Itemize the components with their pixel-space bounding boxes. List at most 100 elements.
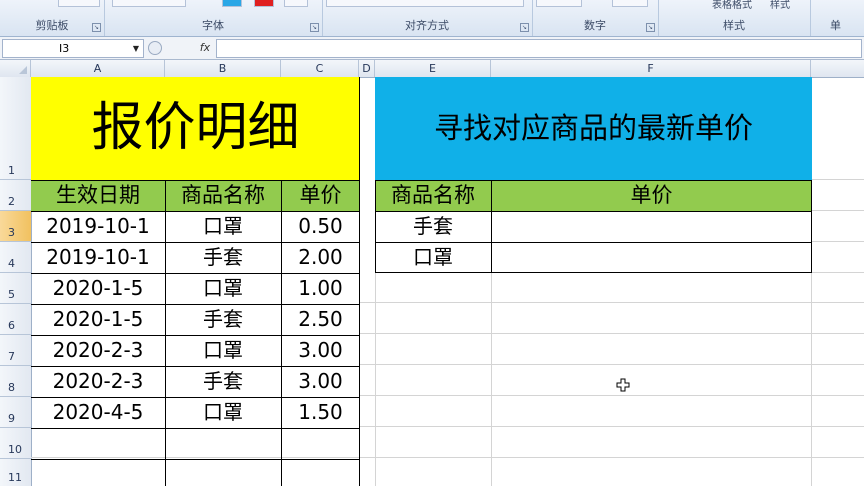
table-border	[31, 428, 360, 429]
table-border	[375, 180, 376, 273]
chevron-down-icon[interactable]: ▼	[77, 40, 139, 57]
left-header-product[interactable]: 商品名称	[165, 180, 281, 211]
font-size-button[interactable]	[112, 0, 186, 7]
row-header-8[interactable]: 8	[0, 366, 31, 397]
right-table-title[interactable]: 寻找对应商品的最新单价	[375, 77, 812, 180]
gridline	[359, 333, 864, 334]
row-header-7[interactable]: 7	[0, 335, 31, 366]
column-header-a[interactable]: A	[31, 60, 165, 77]
insert-function-icon[interactable]: fx	[196, 39, 214, 56]
row-header-10[interactable]: 10	[0, 428, 31, 459]
column-header-g[interactable]	[811, 60, 864, 77]
number-launcher-icon[interactable]: ↘	[646, 23, 655, 32]
column-header-b[interactable]: B	[165, 60, 281, 77]
clipboard-launcher-icon[interactable]: ↘	[92, 23, 101, 32]
name-box[interactable]: I3 ▼	[2, 39, 144, 58]
table-cell-product[interactable]: 手套	[165, 242, 281, 273]
table-border	[31, 242, 360, 243]
gridline	[359, 426, 864, 427]
table-cell-product[interactable]: 手套	[165, 304, 281, 335]
row-number: 1	[8, 164, 15, 177]
table-cell-date[interactable]: 2020-1-5	[31, 273, 165, 304]
table-cell-product[interactable]: 口罩	[165, 397, 281, 428]
left-header-date[interactable]: 生效日期	[31, 180, 165, 211]
cross-cursor-icon	[616, 378, 630, 392]
formula-expand-icon[interactable]	[148, 41, 162, 55]
lookup-cell-product[interactable]: 手套	[375, 211, 491, 242]
column-header-e[interactable]: E	[375, 60, 491, 77]
table-cell-date[interactable]: 2020-2-3	[31, 366, 165, 397]
table-cell-product[interactable]: 手套	[165, 366, 281, 397]
ribbon-group-label: 剪贴板	[35, 19, 69, 32]
table-cell-date[interactable]: 2020-4-5	[31, 397, 165, 428]
column-headers: A B C D E F	[0, 60, 864, 78]
table-cell-date[interactable]: 2020-1-5	[31, 304, 165, 335]
row-header-4[interactable]: 4	[0, 242, 31, 273]
lookup-cell-product[interactable]: 口罩	[375, 242, 491, 273]
row-number: 7	[8, 350, 15, 363]
phonetic-button[interactable]	[284, 0, 308, 7]
right-header-product[interactable]: 商品名称	[375, 180, 491, 211]
table-cell-date[interactable]: 2019-10-1	[31, 242, 165, 273]
row-header-11[interactable]: 11	[0, 459, 31, 486]
paste-button[interactable]	[58, 0, 100, 7]
table-cell-date[interactable]: 2020-2-3	[31, 335, 165, 366]
table-cell-product[interactable]: 口罩	[165, 335, 281, 366]
gridline	[811, 272, 864, 273]
row-headers: 1 2 3 4 5 6 7 8 9 10 11	[0, 77, 32, 486]
table-cell-price[interactable]: 2.00	[281, 242, 360, 273]
table-cell-product[interactable]: 口罩	[165, 211, 281, 242]
select-all-icon	[19, 66, 27, 74]
table-cell-price[interactable]: 0.50	[281, 211, 360, 242]
row-header-2[interactable]: 2	[0, 180, 31, 211]
row-header-3[interactable]: 3	[0, 211, 31, 242]
table-cell-price[interactable]: 2.50	[281, 304, 360, 335]
row-number: 4	[8, 257, 15, 270]
formula-input[interactable]	[216, 39, 862, 58]
left-header-price[interactable]: 单价	[281, 180, 360, 211]
table-cell-price[interactable]: 3.00	[281, 366, 360, 397]
gridline	[491, 272, 492, 486]
table-border	[165, 180, 166, 486]
table-border	[375, 211, 812, 212]
gridline	[31, 457, 360, 458]
table-cell-price[interactable]: 1.00	[281, 273, 360, 304]
ribbon-group-number: 数字 ↘	[532, 0, 659, 36]
column-header-c[interactable]: C	[281, 60, 359, 77]
row-number: 6	[8, 319, 15, 332]
ribbon: 剪贴板 ↘ 字体 ↘ 对齐方式 ↘ 数字 ↘ 表格格式 样式 样式 单	[0, 0, 864, 37]
font-launcher-icon[interactable]: ↘	[310, 23, 319, 32]
table-cell-price[interactable]: 3.00	[281, 335, 360, 366]
select-all-button[interactable]	[0, 60, 31, 77]
cell-style-button[interactable]: 样式	[770, 0, 790, 11]
row-header-5[interactable]: 5	[0, 273, 31, 304]
alignment-launcher-icon[interactable]: ↘	[520, 23, 529, 32]
table-border	[31, 273, 360, 274]
row-number: 2	[8, 195, 15, 208]
right-header-price[interactable]: 单价	[491, 180, 812, 211]
column-header-d[interactable]: D	[359, 60, 375, 77]
alignment-buttons[interactable]	[326, 0, 524, 7]
left-table-title[interactable]: 报价明细	[31, 77, 360, 180]
table-border	[375, 272, 812, 273]
lookup-cell-price[interactable]	[491, 211, 812, 242]
table-border	[359, 77, 360, 486]
row-number: 5	[8, 288, 15, 301]
table-cell-date[interactable]: 2019-10-1	[31, 211, 165, 242]
row-number: 11	[8, 471, 22, 484]
decimal-button[interactable]	[612, 0, 648, 7]
gridline	[811, 241, 864, 242]
table-format-button[interactable]: 表格格式	[712, 0, 752, 11]
currency-button[interactable]	[536, 0, 582, 7]
table-cell-price[interactable]: 1.50	[281, 397, 360, 428]
column-header-f[interactable]: F	[491, 60, 811, 77]
table-cell-product[interactable]: 口罩	[165, 273, 281, 304]
row-header-1[interactable]: 1	[0, 77, 31, 180]
row-header-6[interactable]: 6	[0, 304, 31, 335]
lookup-cell-price[interactable]	[491, 242, 812, 273]
ribbon-group-styles: 表格格式 样式 样式	[658, 0, 811, 36]
fill-color-button[interactable]	[222, 0, 242, 7]
row-header-9[interactable]: 9	[0, 397, 31, 428]
table-border	[31, 459, 360, 460]
font-color-button[interactable]	[254, 0, 274, 7]
